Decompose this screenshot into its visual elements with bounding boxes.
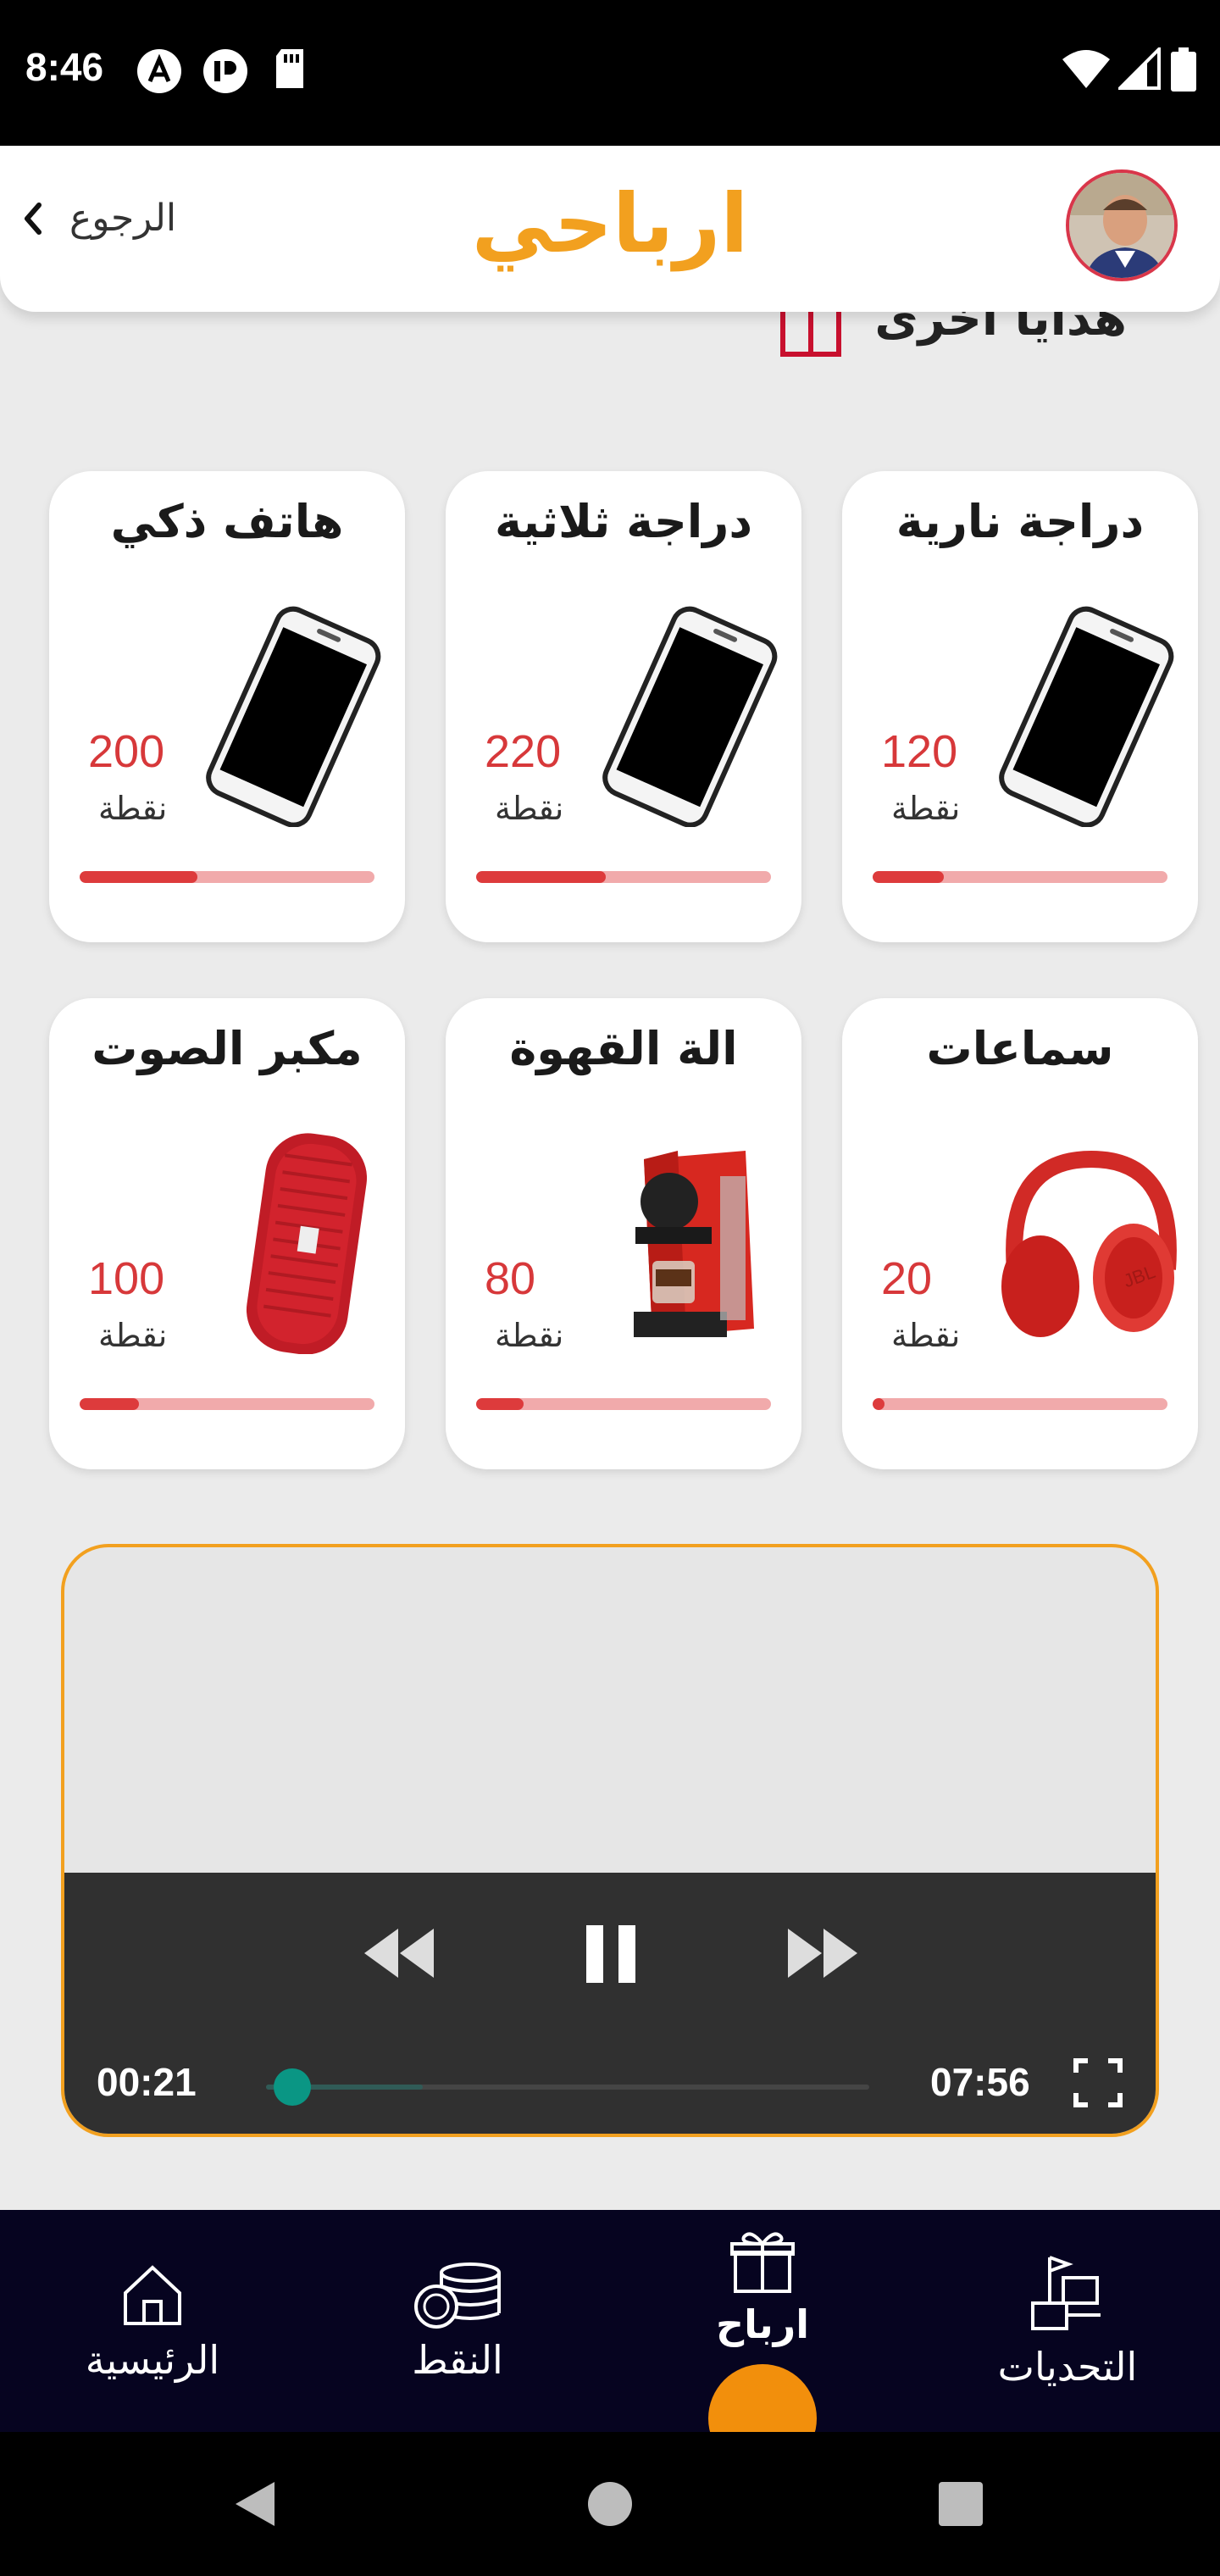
app-header: الرجوع ارباحي	[0, 146, 1220, 312]
nav-label-points: النقط	[412, 2337, 503, 2383]
video-current-time: 00:21	[97, 2060, 197, 2104]
reward-card[interactable]: الة القهوة 80 نقطة	[446, 998, 801, 1469]
signal-icon	[1118, 47, 1161, 90]
reward-points: 120	[881, 726, 958, 777]
wifi-icon	[1062, 50, 1110, 88]
reward-points: 200	[88, 726, 165, 777]
status-time: 8:46	[25, 45, 104, 89]
fast-forward-icon[interactable]	[785, 1924, 861, 1983]
reward-card[interactable]: سماعات JBL 20 نقطة	[842, 998, 1198, 1469]
avatar[interactable]	[1066, 169, 1178, 281]
reward-progress-fill	[80, 871, 198, 883]
reward-points-unit: نقطة	[98, 1317, 168, 1354]
video-player[interactable]: 00:21 07:56	[61, 1544, 1159, 2137]
pause-icon[interactable]	[581, 1922, 640, 1986]
reward-progress-bar	[80, 1398, 374, 1410]
p-circle-icon	[203, 49, 247, 93]
nav-item-home[interactable]: الرئيسية	[25, 2210, 280, 2432]
nav-label-challenges: التحديات	[997, 2344, 1138, 2390]
sd-card-icon	[276, 49, 303, 88]
nav-item-points[interactable]: النقط	[330, 2210, 585, 2432]
reward-points: 220	[485, 726, 562, 777]
video-total-time: 07:56	[930, 2060, 1030, 2104]
video-seek-bar[interactable]	[266, 2068, 869, 2106]
reward-title: دراجة ثلاثية	[494, 495, 753, 548]
reward-title: دراجة نارية	[896, 495, 1145, 548]
video-seek-thumb[interactable]	[274, 2068, 312, 2106]
coffee-machine-image	[634, 1151, 754, 1337]
challenges-icon	[1031, 2256, 1101, 2330]
reward-card[interactable]: مكبر الصوت 100 نقطة	[49, 998, 405, 1469]
reward-points: 20	[881, 1253, 933, 1304]
reward-points: 100	[88, 1253, 165, 1304]
system-navigation-bar	[0, 2432, 1220, 2576]
smartphone-image	[206, 606, 381, 827]
reward-title: هاتف ذكي	[110, 495, 344, 548]
headphones-image: JBL	[1001, 1150, 1177, 1337]
reward-points-unit: نقطة	[495, 790, 564, 827]
reward-points-unit: نقطة	[98, 790, 168, 827]
reward-points-unit: نقطة	[891, 790, 961, 827]
system-recents-button[interactable]	[893, 2432, 1029, 2576]
reward-card[interactable]: دراجة ثلاثية 220 نقطة	[446, 471, 801, 942]
reward-progress-fill	[80, 1398, 139, 1410]
a-circle-icon	[137, 49, 181, 93]
fullscreen-icon[interactable]	[1073, 2057, 1123, 2108]
system-back-button[interactable]	[186, 2432, 322, 2576]
reward-progress-fill	[873, 871, 944, 883]
reward-progress-bar	[80, 871, 374, 883]
recents-square-icon	[939, 2482, 983, 2526]
status-bar: 8:46	[0, 0, 1220, 146]
reward-progress-fill	[476, 1398, 524, 1410]
reward-progress-bar	[476, 1398, 771, 1410]
reward-progress-bar	[873, 871, 1167, 883]
bottom-navigation: الرئيسية النقط ارباح التحديات	[0, 2210, 1220, 2473]
page-title: ارباحي	[471, 176, 749, 271]
reward-points-unit: نقطة	[891, 1317, 961, 1354]
back-triangle-icon	[236, 2482, 274, 2526]
nav-item-rewards[interactable]: ارباح	[635, 2210, 890, 2473]
reward-title: الة القهوة	[509, 1022, 738, 1075]
nav-label-rewards: ارباح	[716, 2301, 809, 2347]
reward-card[interactable]: هاتف ذكي 200 نقطة	[49, 471, 405, 942]
reward-points: 80	[485, 1253, 536, 1304]
reward-title: مكبر الصوت	[92, 1022, 363, 1075]
home-icon	[124, 2265, 181, 2325]
battery-icon	[1171, 47, 1196, 92]
reward-card[interactable]: دراجة نارية 120 نقطة	[842, 471, 1198, 942]
rewind-icon[interactable]	[361, 1924, 437, 1983]
video-controls: 00:21 07:56	[64, 1873, 1156, 2134]
nav-label-home: الرئيسية	[85, 2337, 220, 2383]
reward-progress-fill	[476, 871, 607, 883]
reward-progress-bar	[476, 871, 771, 883]
smartphone-image	[999, 606, 1174, 827]
gift-icon	[730, 2232, 795, 2293]
coins-icon	[414, 2262, 501, 2329]
nav-item-challenges[interactable]: التحديات	[940, 2210, 1195, 2432]
speaker-image	[246, 1133, 368, 1354]
system-home-button[interactable]	[542, 2432, 678, 2576]
reward-progress-fill	[873, 1398, 884, 1410]
home-circle-icon	[588, 2482, 632, 2526]
reward-points-unit: نقطة	[495, 1317, 564, 1354]
reward-title: سماعات	[926, 1022, 1114, 1075]
smartphone-image	[602, 606, 778, 827]
reward-progress-bar	[873, 1398, 1167, 1410]
